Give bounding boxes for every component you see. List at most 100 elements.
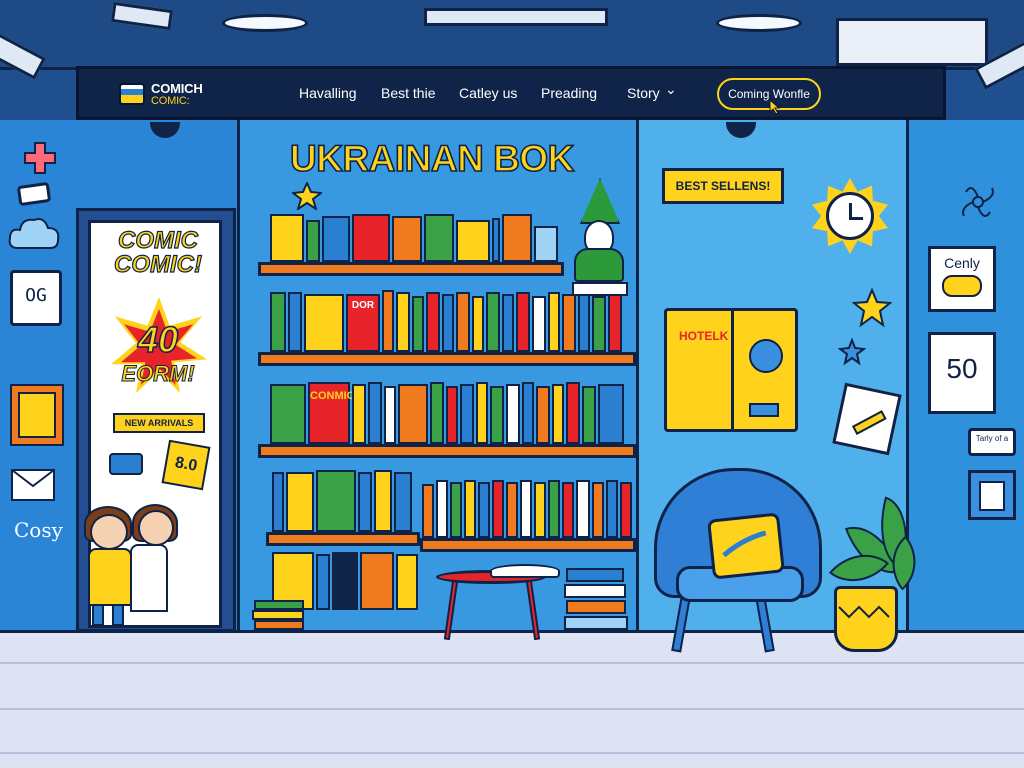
book-spine[interactable] (548, 480, 560, 538)
comic-book[interactable] (534, 226, 558, 262)
book-spine[interactable] (486, 292, 500, 352)
book-spine[interactable] (460, 384, 474, 444)
book-spine[interactable] (532, 296, 546, 352)
wall-frame-2-text: 50 (946, 353, 978, 384)
book-spine[interactable] (456, 292, 470, 352)
book-spine[interactable] (548, 292, 560, 352)
book-spine[interactable] (422, 484, 434, 538)
book-spine[interactable] (430, 382, 444, 444)
burst-number: 40 (137, 318, 179, 361)
book-spine[interactable] (394, 472, 412, 532)
book-spine[interactable] (522, 382, 534, 444)
book-spine[interactable] (506, 482, 518, 538)
comic-book[interactable] (456, 220, 490, 262)
book-spine[interactable] (606, 480, 618, 538)
book-spine[interactable] (316, 554, 330, 610)
book-spine[interactable] (436, 480, 448, 538)
logo[interactable]: COMICH COMIC: (151, 82, 203, 107)
comic-book[interactable]: CONMICE (308, 382, 362, 444)
book-spine[interactable] (552, 384, 564, 444)
book-spine[interactable] (382, 290, 394, 352)
book-spine[interactable] (578, 292, 590, 352)
book-spine[interactable] (270, 292, 286, 352)
book-spine[interactable] (502, 294, 514, 352)
comic-book[interactable] (322, 216, 350, 262)
nav-link-story[interactable]: Story (627, 85, 660, 101)
book-spine[interactable] (272, 472, 284, 532)
book-spine[interactable] (516, 292, 530, 352)
book-spine[interactable] (450, 482, 462, 538)
open-book[interactable] (490, 564, 560, 578)
book-title: CONMICE (310, 390, 362, 402)
book-stack[interactable] (254, 620, 304, 630)
book-spine[interactable] (576, 480, 590, 538)
book-stack[interactable] (564, 584, 626, 598)
book-spine[interactable] (592, 482, 604, 538)
comic-book[interactable] (270, 384, 306, 444)
comic-book[interactable] (286, 472, 314, 532)
comic-book[interactable] (360, 552, 394, 610)
book-spine[interactable] (412, 296, 424, 352)
book-spine[interactable] (566, 382, 580, 444)
book-spine[interactable] (492, 480, 504, 538)
comic-book[interactable] (316, 470, 356, 532)
book-spine[interactable] (442, 294, 454, 352)
book-spine[interactable] (592, 296, 606, 352)
star-icon (838, 338, 866, 366)
book-spine[interactable] (358, 472, 372, 532)
nav-link-preading[interactable]: Preading (541, 85, 597, 101)
book-spine[interactable] (288, 292, 302, 352)
gnome-stand (572, 282, 628, 296)
comic-book[interactable] (424, 214, 454, 262)
envelope-icon (11, 469, 55, 501)
book-spine[interactable] (620, 482, 632, 538)
nav-link-havalling[interactable]: Havalling (299, 85, 357, 101)
book-spine[interactable] (464, 480, 476, 538)
book-spine[interactable] (478, 482, 490, 538)
comic-book[interactable] (392, 216, 422, 262)
comic-book[interactable] (398, 384, 428, 444)
book-stack[interactable] (564, 616, 628, 630)
store-title: UKRAINAN BOK (289, 137, 575, 180)
book-stack[interactable] (252, 610, 304, 620)
comic-book[interactable] (502, 214, 532, 262)
book-spine[interactable] (562, 482, 574, 538)
comic-book[interactable] (332, 552, 358, 610)
book-spine[interactable] (562, 294, 576, 352)
comic-book[interactable] (270, 214, 304, 262)
book-spine[interactable] (384, 386, 396, 444)
book-spine[interactable] (374, 470, 392, 532)
book-spine[interactable] (426, 292, 440, 352)
chevron-down-icon[interactable]: ⌄ (665, 81, 677, 98)
book-spine[interactable] (492, 218, 500, 262)
book-spine[interactable] (472, 296, 484, 352)
book-spine[interactable] (476, 382, 488, 444)
small-comic-cover (10, 384, 64, 446)
cosy-label: Cosy (14, 518, 63, 542)
logo-icon[interactable] (119, 83, 145, 105)
book-spine[interactable] (306, 220, 320, 262)
book-spine[interactable] (598, 384, 624, 444)
comic-book[interactable] (352, 214, 390, 262)
book-spine[interactable] (352, 384, 366, 444)
book-stack[interactable] (566, 568, 624, 582)
book-stack[interactable] (566, 600, 626, 614)
book-spine[interactable] (520, 480, 532, 538)
book-spine[interactable] (446, 386, 458, 444)
book-spine[interactable] (490, 386, 504, 444)
book-spine[interactable] (506, 384, 520, 444)
book-spine[interactable] (536, 386, 550, 444)
comic-book[interactable]: DOR (346, 294, 380, 352)
comic-book[interactable] (304, 294, 344, 352)
book-spine[interactable] (582, 386, 596, 444)
nav-link-catley-us[interactable]: Catley us (459, 85, 517, 101)
book-spine[interactable] (368, 382, 382, 444)
comic-book[interactable] (396, 554, 418, 610)
plant-pot (834, 586, 898, 652)
nav-link-best-thie[interactable]: Best thie (381, 85, 435, 101)
kid-body (130, 544, 168, 612)
book-spine[interactable] (534, 482, 546, 538)
book-spine[interactable] (608, 294, 622, 352)
book-stack[interactable] (254, 600, 304, 610)
book-spine[interactable] (396, 292, 410, 352)
